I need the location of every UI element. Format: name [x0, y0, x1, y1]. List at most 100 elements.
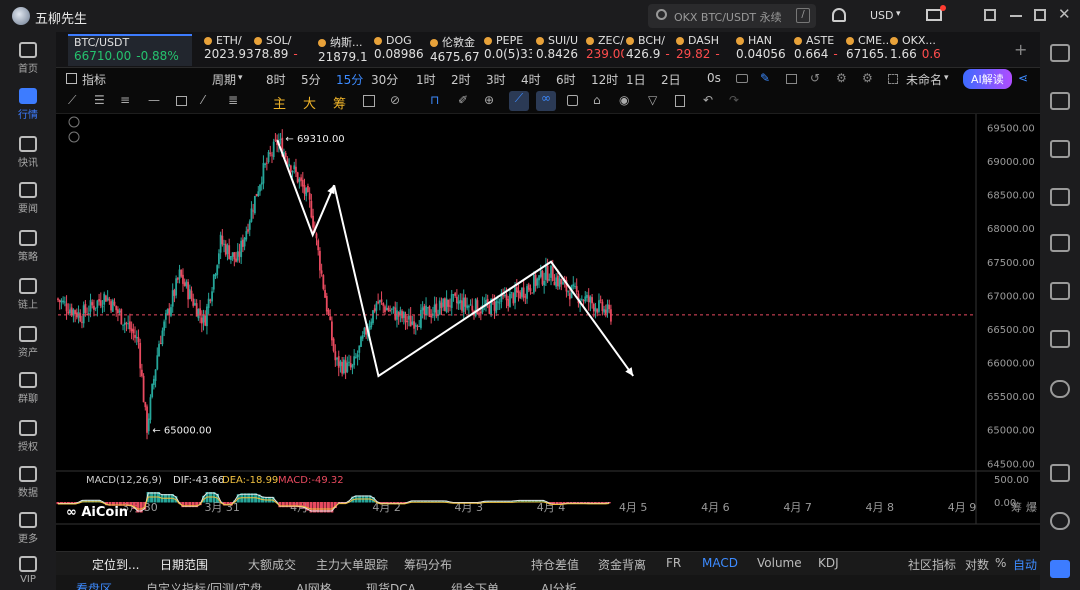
zoom-icon[interactable]: ⊕: [484, 93, 494, 107]
maximize-icon[interactable]: [1034, 9, 1046, 21]
tab-1[interactable]: 自定义指标/回测/实盘: [146, 581, 262, 590]
interval-11[interactable]: 2日: [661, 71, 681, 88]
pen-icon[interactable]: ✎: [760, 71, 770, 85]
percent-scale[interactable]: %: [995, 556, 1006, 570]
bottom-item-8[interactable]: KDJ: [818, 556, 839, 570]
lock-icon[interactable]: [567, 95, 578, 106]
ticker-1[interactable]: ETH/2023.93: [204, 34, 254, 66]
interval-8[interactable]: 6时: [556, 71, 576, 88]
stats-icon[interactable]: [1050, 234, 1070, 252]
nav-item-10[interactable]: 更多: [0, 512, 56, 545]
bottom-item-2[interactable]: 筹码分布: [404, 556, 452, 573]
nav-item-8[interactable]: 授权: [0, 420, 56, 453]
fullscreen-icon[interactable]: [888, 74, 898, 84]
interval-1[interactable]: 5分: [301, 71, 321, 88]
ticker-9[interactable]: BCH/426.9-: [626, 34, 672, 66]
camera-icon[interactable]: [736, 74, 748, 83]
interval-4[interactable]: 1时: [416, 71, 436, 88]
interval-9[interactable]: 12时: [591, 71, 618, 88]
settings-icon[interactable]: ⚙: [836, 71, 847, 85]
window-pin-icon[interactable]: [984, 9, 996, 21]
brush-icon[interactable]: ⁄: [202, 93, 204, 107]
alarm-icon[interactable]: [1050, 380, 1070, 398]
nav-item-6[interactable]: 资产: [0, 326, 56, 359]
alert-icon[interactable]: ⌂: [593, 93, 601, 107]
expand-icon[interactable]: [68, 131, 80, 143]
cursor-icon[interactable]: ⟋: [509, 91, 529, 111]
tab-3[interactable]: 现货DCA: [366, 581, 416, 590]
bottom-item-0[interactable]: 大额成交: [248, 556, 296, 573]
search-input[interactable]: OKX BTC/USDT 永续: [674, 9, 782, 25]
ticker-2[interactable]: SOL/78.89-: [254, 34, 314, 66]
unnamed-layout[interactable]: 未命名: [906, 71, 942, 88]
drawn-arrow[interactable]: [333, 184, 635, 378]
minimize-icon[interactable]: [1010, 15, 1022, 17]
ticker-14[interactable]: OKX... 1.66 0.6: [890, 34, 942, 66]
orderbook-icon[interactable]: [1050, 92, 1070, 110]
share-icon[interactable]: ⋖: [1018, 71, 1028, 85]
nav-item-2[interactable]: 快讯: [0, 136, 56, 169]
locate-button[interactable]: 定位到...: [92, 556, 139, 573]
community-indicators[interactable]: 社区指标: [908, 556, 956, 573]
trend-line-icon[interactable]: ⟋: [68, 93, 76, 108]
assistant-icon[interactable]: [1050, 560, 1070, 578]
chips-button[interactable]: 筹: [333, 93, 346, 112]
ticker-4[interactable]: DOG 0.08986: [374, 34, 426, 66]
bot-icon[interactable]: [1050, 330, 1070, 348]
erase-icon[interactable]: ⊘: [390, 93, 400, 107]
horizontal-ray-icon[interactable]: —: [148, 93, 160, 107]
channel-icon[interactable]: ≡: [120, 93, 130, 107]
nav-item-9[interactable]: 数据: [0, 466, 56, 499]
ticker-5[interactable]: 伦敦金 4675.67: [430, 34, 480, 66]
search-box[interactable]: OKX BTC/USDT 永续 /: [648, 4, 816, 28]
ticker-12[interactable]: ASTE 0.664-: [794, 34, 842, 66]
interval-7[interactable]: 4时: [521, 71, 541, 88]
interval-2[interactable]: 15分: [336, 71, 363, 88]
ticker-6[interactable]: PEPE 0.0(5)33: [484, 34, 532, 66]
bottom-item-6[interactable]: MACD: [702, 556, 738, 570]
trades-icon[interactable]: [1050, 140, 1070, 158]
bottom-item-5[interactable]: FR: [666, 556, 681, 570]
notification-bell-icon[interactable]: [832, 8, 846, 22]
filter-icon[interactable]: ▽: [648, 93, 657, 107]
interval-3[interactable]: 30分: [371, 71, 398, 88]
nav-item-11[interactable]: VIP: [0, 556, 56, 585]
big-order-button[interactable]: 大: [303, 93, 316, 112]
watchlist-icon[interactable]: [1050, 44, 1070, 62]
bottom-item-1[interactable]: 主力大单跟踪: [316, 556, 388, 573]
rectangle-icon[interactable]: [176, 96, 187, 106]
interval-0[interactable]: 8时: [266, 71, 286, 88]
ticker-13[interactable]: CME...67165.0: [846, 34, 888, 66]
interval-5[interactable]: 2时: [451, 71, 471, 88]
nav-item-7[interactable]: 群聊: [0, 372, 56, 405]
magnet-icon[interactable]: ⊓: [430, 93, 439, 107]
currency-select[interactable]: USD: [870, 9, 894, 22]
period-button[interactable]: 周期: [212, 71, 236, 88]
fib-icon[interactable]: ≣: [228, 93, 238, 107]
interval-10[interactable]: 1日: [626, 71, 646, 88]
layout-icon[interactable]: [786, 74, 797, 84]
tab-5[interactable]: AI分析: [541, 581, 577, 590]
nav-item-3[interactable]: 要闻: [0, 182, 56, 215]
gear-icon[interactable]: ⚙: [862, 71, 873, 85]
trash-icon[interactable]: [675, 95, 685, 107]
nav-item-5[interactable]: 链上: [0, 278, 56, 311]
ticker-11[interactable]: HAN 0.04056: [736, 34, 790, 66]
link-icon[interactable]: ∞: [536, 91, 556, 111]
redo-icon[interactable]: ↷: [729, 93, 739, 107]
ticker-0[interactable]: BTC/USDT 66710.00 -0.88%: [68, 34, 192, 66]
undo-icon[interactable]: ↶: [703, 93, 713, 107]
bottom-item-4[interactable]: 资金背离: [598, 556, 646, 573]
tab-0[interactable]: 看盘区: [76, 581, 112, 590]
log-scale[interactable]: 对数: [965, 556, 989, 573]
main-force-button[interactable]: 主: [273, 93, 286, 112]
template-icon[interactable]: [363, 95, 375, 107]
ticker-8[interactable]: ZEC/239.00: [586, 34, 624, 66]
scroll-right-icon[interactable]: 爆: [1026, 500, 1037, 514]
depth-icon[interactable]: [1050, 188, 1070, 206]
ticker-10[interactable]: DASH 29.82-: [676, 34, 732, 66]
add-ticker-icon[interactable]: +: [1014, 40, 1027, 59]
price-chart[interactable]: 69500.00 69000.00 68500.00 68000.00 67500.00…: [56, 114, 1040, 529]
horizontal-lines-icon[interactable]: ☰: [94, 93, 105, 107]
nav-item-1[interactable]: 行情: [0, 88, 56, 121]
